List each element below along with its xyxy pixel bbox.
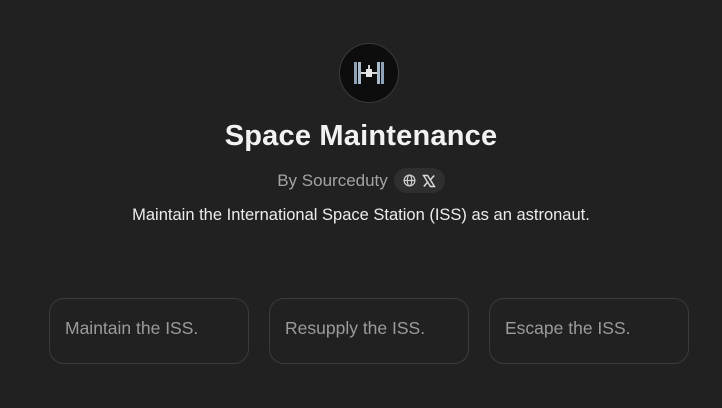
conversation-starter-button[interactable]: Escape the ISS. <box>489 298 689 364</box>
conversation-starter-button[interactable]: Maintain the ISS. <box>49 298 249 364</box>
gpt-avatar <box>339 43 399 103</box>
author-links <box>393 168 445 193</box>
gpt-home: Space Maintenance By Sourceduty Maintain… <box>0 0 722 408</box>
x-logo-icon[interactable] <box>422 174 436 188</box>
gpt-author: By Sourceduty <box>277 170 388 190</box>
conversation-starter-button[interactable]: Resupply the ISS. <box>269 298 469 364</box>
gpt-byline: By Sourceduty <box>0 168 722 193</box>
gpt-description: Maintain the International Space Station… <box>132 206 590 224</box>
globe-icon[interactable] <box>403 174 416 187</box>
space-station-icon <box>354 62 384 84</box>
gpt-title: Space Maintenance <box>224 120 498 152</box>
